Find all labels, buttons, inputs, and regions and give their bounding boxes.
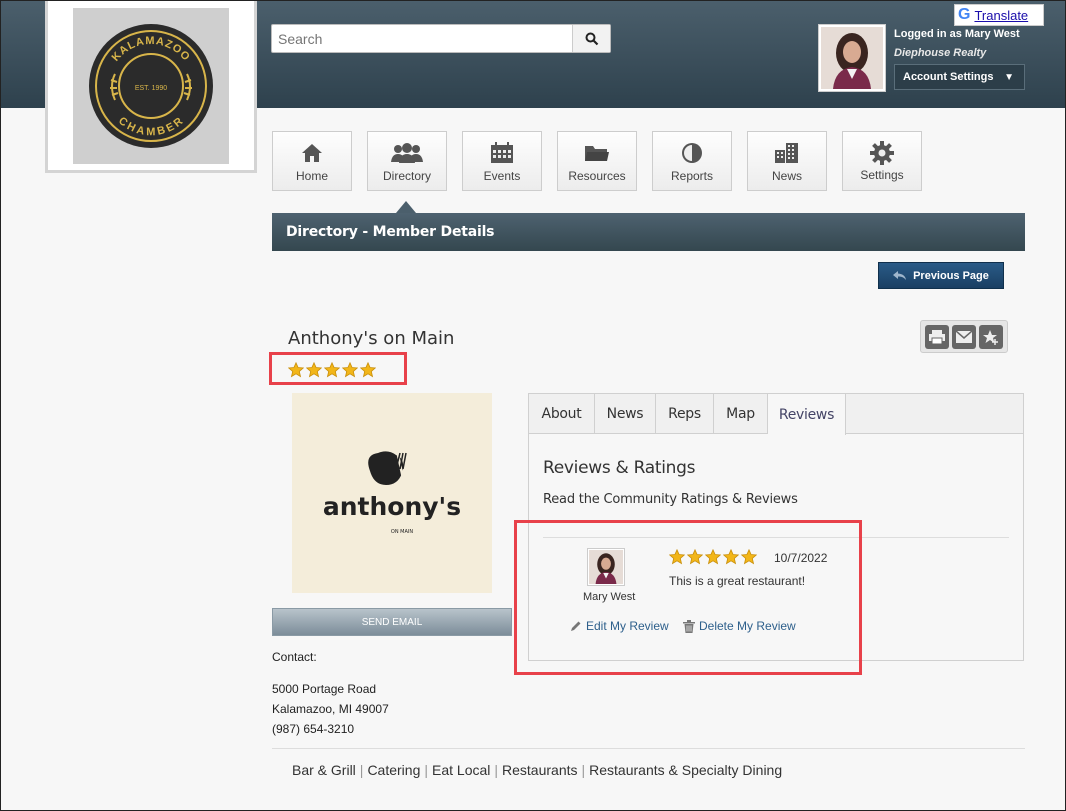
tab-reviews[interactable]: Reviews bbox=[768, 394, 846, 435]
star-icon bbox=[324, 362, 340, 378]
review-highlight bbox=[514, 520, 862, 675]
back-arrow-icon bbox=[893, 270, 907, 280]
nav-label: Directory bbox=[382, 169, 431, 183]
tab-news[interactable]: News bbox=[595, 394, 656, 434]
contact-label: Contact: bbox=[272, 650, 317, 664]
nav-active-pointer bbox=[396, 201, 416, 213]
print-button[interactable] bbox=[925, 324, 949, 349]
business-logo: anthony's ON MAIN bbox=[292, 393, 492, 593]
nav-resources[interactable]: Resources bbox=[557, 131, 637, 191]
tab-about[interactable]: About bbox=[529, 394, 595, 434]
google-icon: G bbox=[958, 6, 971, 23]
person-photo-icon bbox=[821, 27, 883, 89]
star-icon bbox=[360, 362, 376, 378]
logo-sub-text: ON MAIN bbox=[391, 529, 413, 535]
star-icon bbox=[306, 362, 322, 378]
send-email-button[interactable]: SEND EMAIL bbox=[272, 608, 512, 636]
folder-icon bbox=[585, 146, 609, 161]
tab-map[interactable]: Map bbox=[714, 394, 768, 434]
star-icon bbox=[288, 362, 304, 378]
email-button[interactable] bbox=[952, 324, 976, 349]
category-link[interactable]: Restaurants bbox=[502, 762, 577, 778]
chamber-logo[interactable]: KALAMAZOO CHAMBER EST. 1990 bbox=[45, 1, 257, 173]
logo-text-mid: EST. 1990 bbox=[135, 85, 167, 92]
tab-bar: About News Reps Map Reviews bbox=[529, 394, 1023, 435]
translate-widget: G Translate bbox=[954, 4, 1044, 26]
nav-settings[interactable]: Settings bbox=[842, 131, 922, 191]
section-title: Directory - Member Details bbox=[272, 213, 1025, 251]
business-name: Anthony's on Main bbox=[288, 328, 455, 349]
category-separator: | bbox=[424, 762, 428, 778]
category-link[interactable]: Eat Local bbox=[432, 762, 490, 778]
print-icon bbox=[929, 329, 945, 344]
translate-link[interactable]: Translate bbox=[974, 8, 1028, 23]
search-input[interactable] bbox=[272, 25, 572, 52]
home-icon bbox=[302, 144, 322, 162]
nav-label: Home bbox=[295, 169, 328, 183]
category-separator: | bbox=[494, 762, 499, 778]
nav-events[interactable]: Events bbox=[462, 131, 542, 191]
nav-label: Reports bbox=[670, 169, 714, 183]
logo-main-text: anthony's bbox=[323, 492, 461, 521]
nav-news[interactable]: News bbox=[747, 131, 827, 191]
account-settings-button[interactable]: Account Settings ▼ bbox=[894, 64, 1025, 90]
nav-home[interactable]: Home bbox=[272, 131, 352, 191]
envelope-icon bbox=[956, 330, 972, 343]
nav-reports[interactable]: Reports bbox=[652, 131, 732, 191]
category-link[interactable]: Bar & Grill bbox=[292, 762, 356, 778]
search-icon bbox=[585, 32, 598, 45]
logged-in-text: Logged in as Mary West bbox=[894, 28, 1020, 40]
category-link[interactable]: Catering bbox=[367, 762, 420, 778]
business-rating-stars bbox=[288, 362, 376, 378]
category-separator: | bbox=[581, 762, 586, 778]
previous-page-label: Previous Page bbox=[913, 269, 989, 282]
search-button[interactable] bbox=[572, 25, 610, 52]
gear-icon bbox=[870, 141, 894, 165]
star-add-icon bbox=[983, 329, 998, 345]
avatar-photo bbox=[821, 27, 883, 89]
divider bbox=[272, 748, 1025, 749]
nav-directory[interactable]: Directory bbox=[367, 131, 447, 191]
people-icon bbox=[391, 143, 423, 163]
buildings-icon bbox=[775, 143, 798, 163]
reviews-subtitle: Read the Community Ratings & Reviews bbox=[543, 492, 798, 507]
business-logo-image: anthony's ON MAIN bbox=[292, 393, 492, 593]
category-separator: | bbox=[359, 762, 364, 778]
category-list: Bar & Grill | Catering | Eat Local | Restauran… bbox=[292, 762, 782, 778]
nav-label: News bbox=[771, 169, 802, 183]
phone-number: (987) 654-3210 bbox=[272, 722, 355, 736]
tab-reps[interactable]: Reps bbox=[656, 394, 714, 434]
search-box bbox=[271, 24, 611, 53]
star-icon bbox=[342, 362, 358, 378]
nav-label: Resources bbox=[568, 169, 626, 183]
category-link[interactable]: Restaurants & Specialty Dining bbox=[589, 762, 782, 778]
calendar-icon bbox=[491, 142, 513, 163]
favorite-button[interactable] bbox=[979, 324, 1003, 349]
company-name: Diephouse Realty bbox=[894, 47, 987, 59]
address-line-2: Kalamazoo, MI 49007 bbox=[272, 702, 389, 716]
nav-label: Events bbox=[483, 169, 521, 183]
address-line-1: 5000 Portage Road bbox=[272, 682, 377, 696]
reviews-title: Reviews & Ratings bbox=[543, 458, 696, 478]
chamber-seal-icon: KALAMAZOO CHAMBER EST. 1990 bbox=[89, 24, 213, 148]
user-avatar[interactable] bbox=[818, 24, 886, 92]
pie-chart-icon bbox=[682, 143, 702, 163]
previous-page-button[interactable]: Previous Page bbox=[878, 262, 1004, 289]
action-icons bbox=[920, 320, 1008, 353]
caret-down-icon: ▼ bbox=[1004, 72, 1014, 83]
account-settings-label: Account Settings bbox=[903, 71, 994, 83]
nav-label: Settings bbox=[860, 168, 904, 182]
